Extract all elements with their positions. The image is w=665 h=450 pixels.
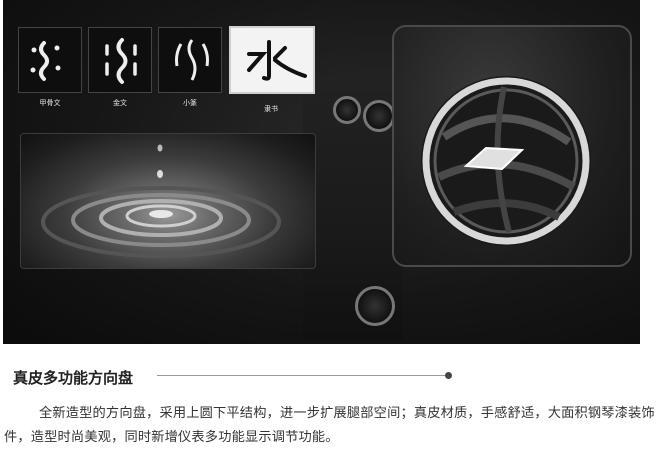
script-tile-oracle: [18, 27, 82, 93]
divider-dot: [445, 372, 452, 379]
clerical-water-glyph: [247, 40, 307, 81]
hero-image: 甲骨文 金文 小篆 隶书: [3, 0, 640, 344]
script-label-seal: 小篆: [183, 99, 197, 107]
air-vent-panel: [392, 25, 632, 267]
oracle-water-glyph: [30, 41, 61, 81]
script-tile-clerical: [229, 26, 315, 94]
background-vent-3: [355, 286, 395, 326]
air-vent-image: [421, 76, 591, 246]
script-tile-seal: [158, 27, 222, 93]
script-label-clerical: 隶书: [264, 105, 278, 113]
script-label-bronze: 金文: [113, 99, 127, 107]
section-heading: 真皮多功能方向盘: [13, 369, 134, 387]
water-ripple-panel: [20, 133, 316, 269]
bronze-water-glyph: [105, 38, 137, 84]
script-label-oracle: 甲骨文: [39, 99, 61, 107]
background-vent-2: [363, 100, 395, 132]
heading-divider: [157, 375, 447, 376]
seal-water-glyph: [175, 39, 209, 81]
script-tile-bronze: [88, 27, 152, 93]
water-ripple-image: [41, 144, 281, 258]
background-vent-1: [333, 96, 361, 124]
section-body: 全新造型的方向盘，采用上圆下平结构，进一步扩展腿部空间；真皮材质，手感舒适，大面…: [4, 406, 655, 445]
